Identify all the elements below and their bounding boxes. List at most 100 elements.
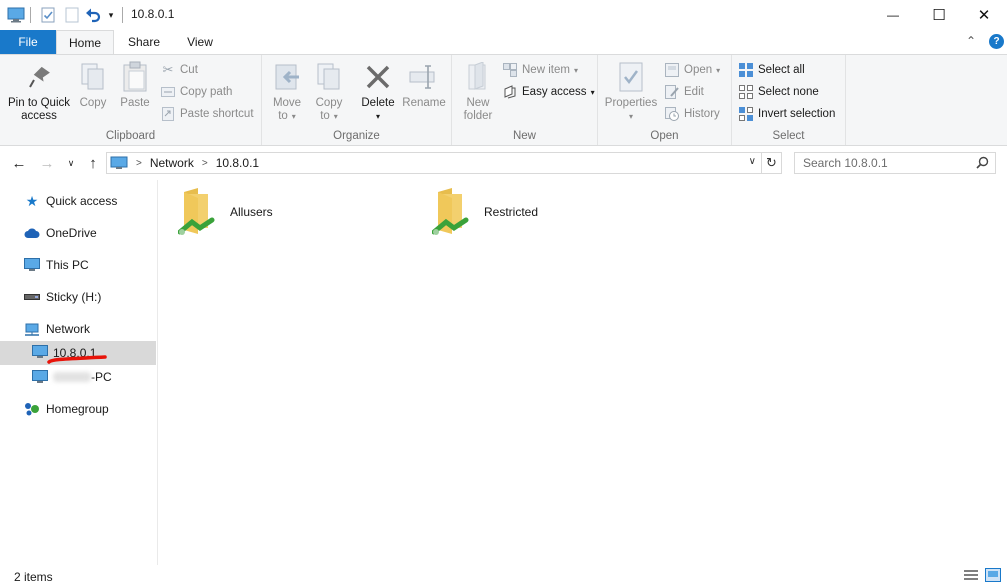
list-item[interactable]: Restricted	[432, 186, 538, 238]
minimize-button[interactable]: —	[870, 0, 916, 30]
copy-path-label: Copy path	[180, 86, 233, 98]
select-all-icon	[738, 62, 754, 78]
select-group: Select all Select none Invert selection …	[732, 55, 846, 145]
breadcrumb-separator: >	[201, 157, 208, 169]
nav-item-homegroup[interactable]: Homegroup	[24, 397, 109, 421]
paste-button[interactable]: Paste	[116, 61, 154, 110]
computer-icon	[32, 369, 48, 385]
properties-icon[interactable]	[38, 6, 58, 24]
properties-dropdown-icon[interactable]: ▾	[602, 110, 660, 123]
copy-path-icon	[160, 84, 176, 100]
details-view-icon[interactable]	[963, 569, 979, 582]
open-label: Open	[684, 64, 713, 76]
properties-button[interactable]: Properties ▾	[602, 61, 660, 123]
customize-dropdown-icon[interactable]: ▾	[104, 6, 118, 24]
delete-dropdown-icon[interactable]: ▾	[358, 110, 398, 123]
nav-item-this-pc[interactable]: This PC	[24, 253, 89, 277]
easy-access-button[interactable]: Easy access ▾	[502, 83, 595, 101]
properties-label: Properties	[604, 97, 658, 109]
easy-access-icon	[502, 84, 518, 100]
open-group: Properties ▾ Open ▾ Edit History Open	[598, 55, 732, 145]
breadcrumb-separator: >	[136, 157, 142, 169]
nav-item-host-pc[interactable]: -PC	[32, 365, 112, 389]
pin-icon	[23, 61, 55, 93]
new-folder-button[interactable]: New folder	[458, 61, 498, 123]
new-group: New folder New item ▾ Easy access ▾ New	[452, 55, 598, 145]
move-to-label-line2: to ▾	[278, 110, 296, 122]
cut-button[interactable]: ✂ Cut	[160, 61, 198, 79]
close-button[interactable]: ✕	[961, 0, 1007, 30]
delete-button[interactable]: Delete ▾	[358, 61, 398, 123]
nav-item-label: Quick access	[46, 194, 118, 208]
clipboard-group-label: Clipboard	[105, 130, 156, 142]
edit-button[interactable]: Edit	[664, 83, 704, 101]
tab-file[interactable]: File	[0, 30, 56, 54]
up-arrow-icon[interactable]: ↑	[84, 155, 102, 172]
star-icon: ★	[25, 192, 39, 209]
help-icon[interactable]: ?	[989, 34, 1004, 49]
undo-icon[interactable]	[84, 6, 102, 24]
select-none-button[interactable]: Select none	[738, 83, 819, 101]
address-dropdown-icon[interactable]: ∨	[749, 156, 756, 167]
select-all-button[interactable]: Select all	[738, 61, 805, 79]
nav-item-quick-access[interactable]: ★ Quick access	[24, 189, 118, 213]
address-bar[interactable]: > Network > 10.8.0.1 ∨	[106, 152, 762, 174]
copy-to-label-line1: Copy	[315, 97, 343, 109]
nav-item-host-selected[interactable]: 10.8.0.1	[0, 341, 156, 365]
delete-label: Delete	[361, 97, 395, 109]
copy-path-button[interactable]: Copy path	[160, 83, 232, 101]
collapse-ribbon-icon[interactable]: ⌃	[966, 34, 976, 48]
pin-to-quick-access-button[interactable]: Pin to Quick access	[4, 61, 74, 123]
select-none-label: Select none	[758, 86, 819, 98]
move-to-label-line1: Move	[272, 97, 302, 109]
new-group-label: New	[512, 130, 536, 142]
window-title: 10.8.0.1	[131, 7, 175, 21]
tab-view[interactable]: View	[174, 30, 226, 54]
list-item[interactable]: Allusers	[178, 186, 273, 238]
select-group-label: Select	[772, 130, 805, 142]
address-row: ← → ∨ ↑ > Network > 10.8.0.1 ∨ ↻ Search …	[0, 146, 1007, 180]
new-folder-label-line2: folder	[463, 110, 493, 122]
copy-button[interactable]: Copy	[74, 61, 112, 110]
tab-home[interactable]: Home	[56, 30, 114, 55]
breadcrumb-host[interactable]: 10.8.0.1	[216, 156, 259, 170]
nav-item-network[interactable]: Network	[24, 317, 90, 341]
large-icons-view-icon[interactable]	[985, 568, 1001, 582]
navigation-pane: ★ Quick access OneDrive This PC Sticky (…	[0, 180, 158, 565]
forward-arrow-icon[interactable]: →	[38, 155, 56, 172]
search-input[interactable]: Search 10.8.0.1	[794, 152, 996, 174]
minimize-icon: —	[887, 8, 899, 22]
item-name: Allusers	[230, 205, 273, 219]
maximize-button[interactable]: ☐	[916, 0, 962, 30]
recent-locations-chevron-icon[interactable]: ∨	[62, 158, 80, 169]
new-item-button[interactable]: New item ▾	[502, 61, 578, 79]
cloud-icon	[24, 225, 40, 241]
invert-selection-button[interactable]: Invert selection	[738, 105, 835, 123]
history-icon	[664, 106, 680, 122]
nav-item-sticky-drive[interactable]: Sticky (H:)	[24, 285, 101, 309]
red-underline-annotation	[47, 355, 107, 364]
nav-item-onedrive[interactable]: OneDrive	[24, 221, 97, 245]
item-name: Restricted	[484, 205, 539, 219]
nav-item-label: This PC	[46, 258, 89, 272]
item-count: 2 items	[14, 570, 53, 584]
rename-button[interactable]: Rename	[400, 61, 448, 110]
back-arrow-icon[interactable]: ←	[10, 155, 28, 172]
paste-shortcut-button[interactable]: Paste shortcut	[160, 105, 254, 123]
paste-label: Paste	[120, 97, 150, 109]
new-folder-icon[interactable]	[62, 6, 82, 24]
nav-item-label: Network	[46, 322, 91, 336]
move-to-button[interactable]: Move to ▾	[268, 61, 306, 123]
title-bar: ▾ 10.8.0.1 — ☐ ✕	[0, 0, 1007, 30]
copy-to-label-line2: to ▾	[320, 110, 338, 122]
breadcrumb-network[interactable]: Network	[150, 156, 194, 170]
computer-icon[interactable]	[6, 6, 26, 24]
history-button[interactable]: History	[664, 105, 720, 123]
pin-label-line1: Pin to Quick	[8, 97, 70, 109]
delete-x-icon	[362, 61, 394, 93]
move-to-icon	[271, 61, 303, 93]
tab-share[interactable]: Share	[118, 30, 170, 54]
refresh-button[interactable]: ↻	[761, 152, 782, 174]
open-button[interactable]: Open ▾	[664, 61, 720, 79]
copy-to-button[interactable]: Copy to ▾	[310, 61, 348, 123]
